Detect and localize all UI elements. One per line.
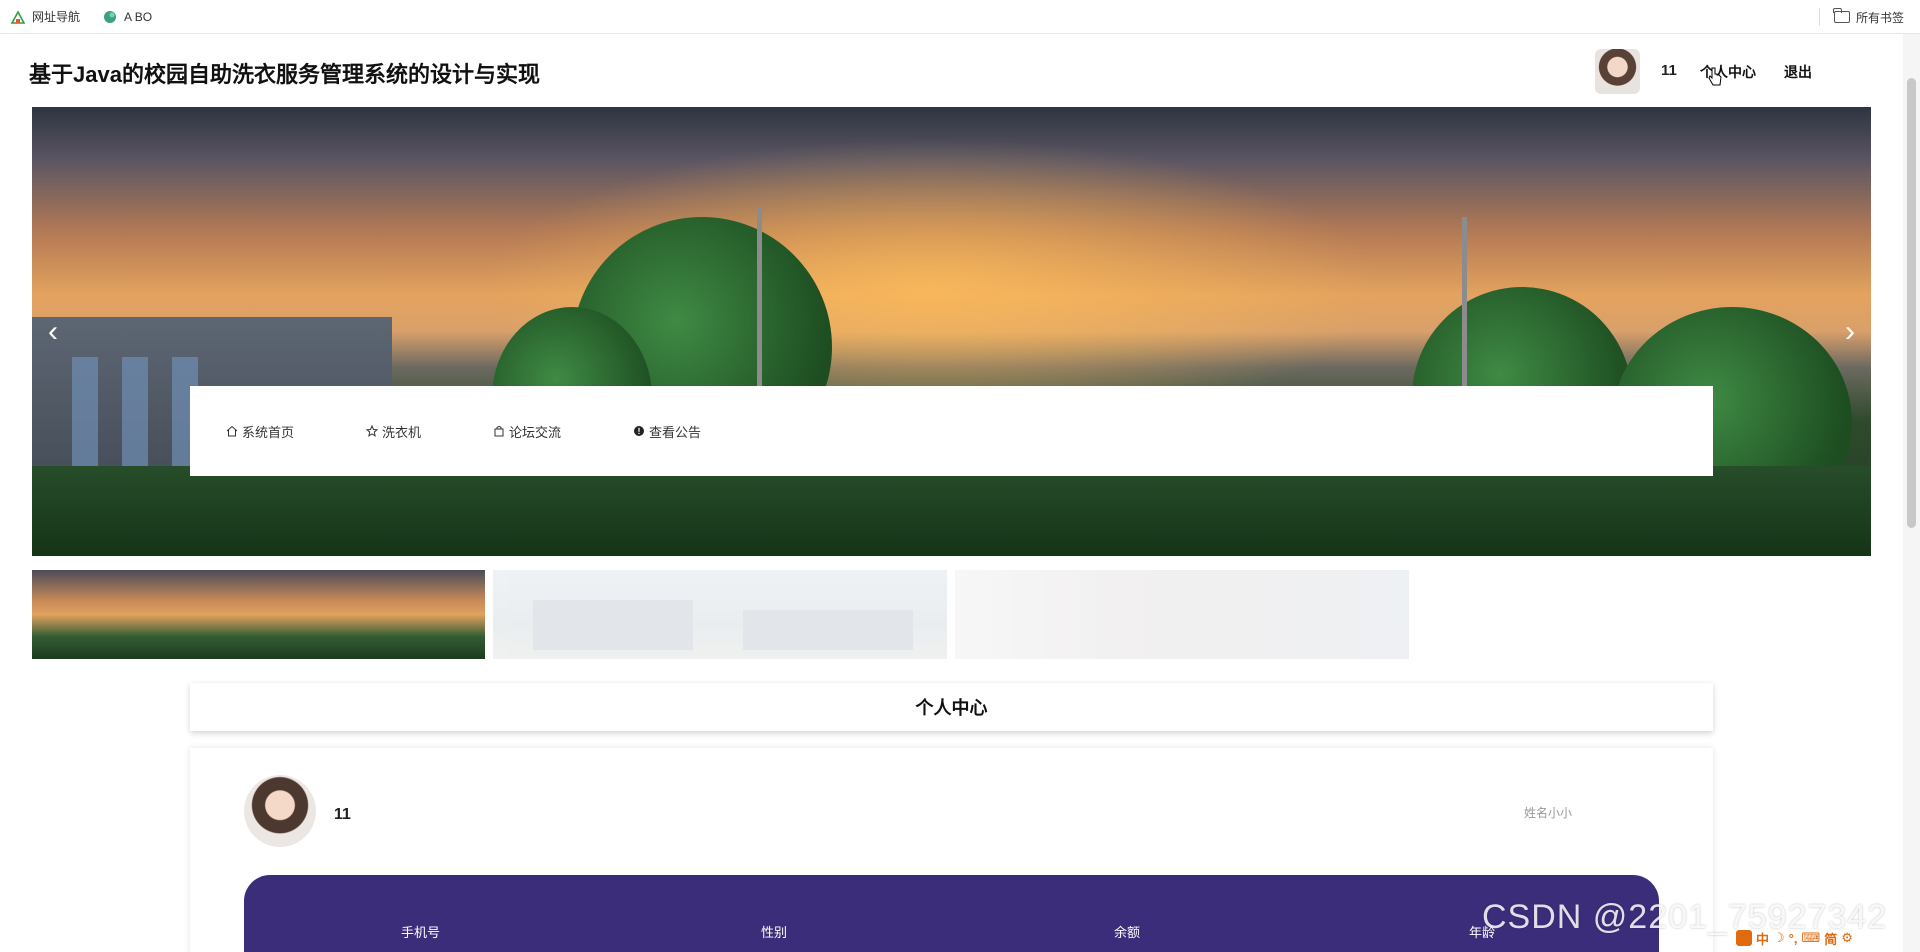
avatar[interactable] xyxy=(1595,49,1640,94)
logout-link[interactable]: 退出 xyxy=(1784,62,1812,82)
nav-item-forum[interactable]: 论坛交流 xyxy=(493,422,561,441)
nav-item-washer[interactable]: 洗衣机 xyxy=(366,422,421,441)
all-bookmarks-label: 所有书签 xyxy=(1855,10,1904,25)
home-icon xyxy=(226,425,238,437)
nav-item-label: 洗衣机 xyxy=(382,424,422,440)
bookmark-abo[interactable]: A BO xyxy=(102,9,152,25)
field-label-gender: 性别 xyxy=(761,925,788,940)
bookmark-label: 网址导航 xyxy=(32,10,81,24)
hero-banner: ‹ › xyxy=(32,107,1871,556)
abo-icon xyxy=(104,10,117,23)
field-label-balance: 余额 xyxy=(1114,925,1141,940)
nav-item-notice[interactable]: 查看公告 xyxy=(633,422,701,441)
profile-info-bar xyxy=(244,875,1659,952)
bag-icon xyxy=(494,426,504,437)
ime-logo-icon xyxy=(1736,930,1752,946)
field-label-phone: 手机号 xyxy=(401,925,441,940)
nav-item-home[interactable]: 系统首页 xyxy=(226,422,294,441)
bookmarks-divider xyxy=(1819,8,1820,26)
banner-ground xyxy=(32,466,1871,556)
nav-item-label: 系统首页 xyxy=(242,424,295,440)
nav-item-label: 论坛交流 xyxy=(509,424,562,440)
ime-toolbar[interactable]: 中 ☽ °, ⌨ 简 ⚙ xyxy=(1736,927,1853,949)
site-nav-icon xyxy=(10,9,26,24)
profile-hint: 姓名小小 xyxy=(1524,806,1573,820)
profile-name: 11 xyxy=(334,806,351,823)
bookmark-nav[interactable]: 网址导航 xyxy=(10,8,80,25)
page-title: 基于Java的校园自助洗衣服务管理系统的设计与实现 xyxy=(29,62,540,87)
star-icon xyxy=(366,425,379,437)
carousel-thumbnail-1[interactable] xyxy=(32,570,485,659)
carousel-next-button[interactable]: › xyxy=(1835,317,1865,347)
carousel-thumbnail-3[interactable] xyxy=(955,570,1409,659)
header-username: 11 xyxy=(1661,62,1677,79)
nav-item-label: 查看公告 xyxy=(649,424,702,440)
settings-icon: ⚙ xyxy=(1841,930,1853,945)
bookmarks-bar: 网址导航 A BO 所有书签 xyxy=(0,0,1920,34)
all-bookmarks-button[interactable]: 所有书签 xyxy=(1833,0,1904,34)
scrollbar-thumb[interactable] xyxy=(1907,78,1916,528)
carousel-thumbnail-2[interactable] xyxy=(493,570,947,659)
ime-simplified-label: 简 xyxy=(1824,931,1838,947)
moon-icon: ☽ xyxy=(1773,930,1785,945)
main-nav: 系统首页 洗衣机 论坛交流 查看公告 xyxy=(190,386,1713,476)
info-icon xyxy=(634,426,645,436)
hand-cursor-icon xyxy=(1708,67,1722,86)
punctuation-icon: °, xyxy=(1788,930,1798,946)
bookmark-label: A BO xyxy=(124,9,153,24)
folder-icon xyxy=(1833,8,1850,23)
ime-mode-label: 中 xyxy=(1756,931,1770,947)
carousel-prev-button[interactable]: ‹ xyxy=(38,317,68,347)
section-title: 个人中心 xyxy=(190,683,1713,731)
keyboard-icon: ⌨ xyxy=(1801,930,1821,945)
profile-avatar[interactable] xyxy=(244,775,316,847)
page-scrollbar[interactable] xyxy=(1903,34,1920,952)
